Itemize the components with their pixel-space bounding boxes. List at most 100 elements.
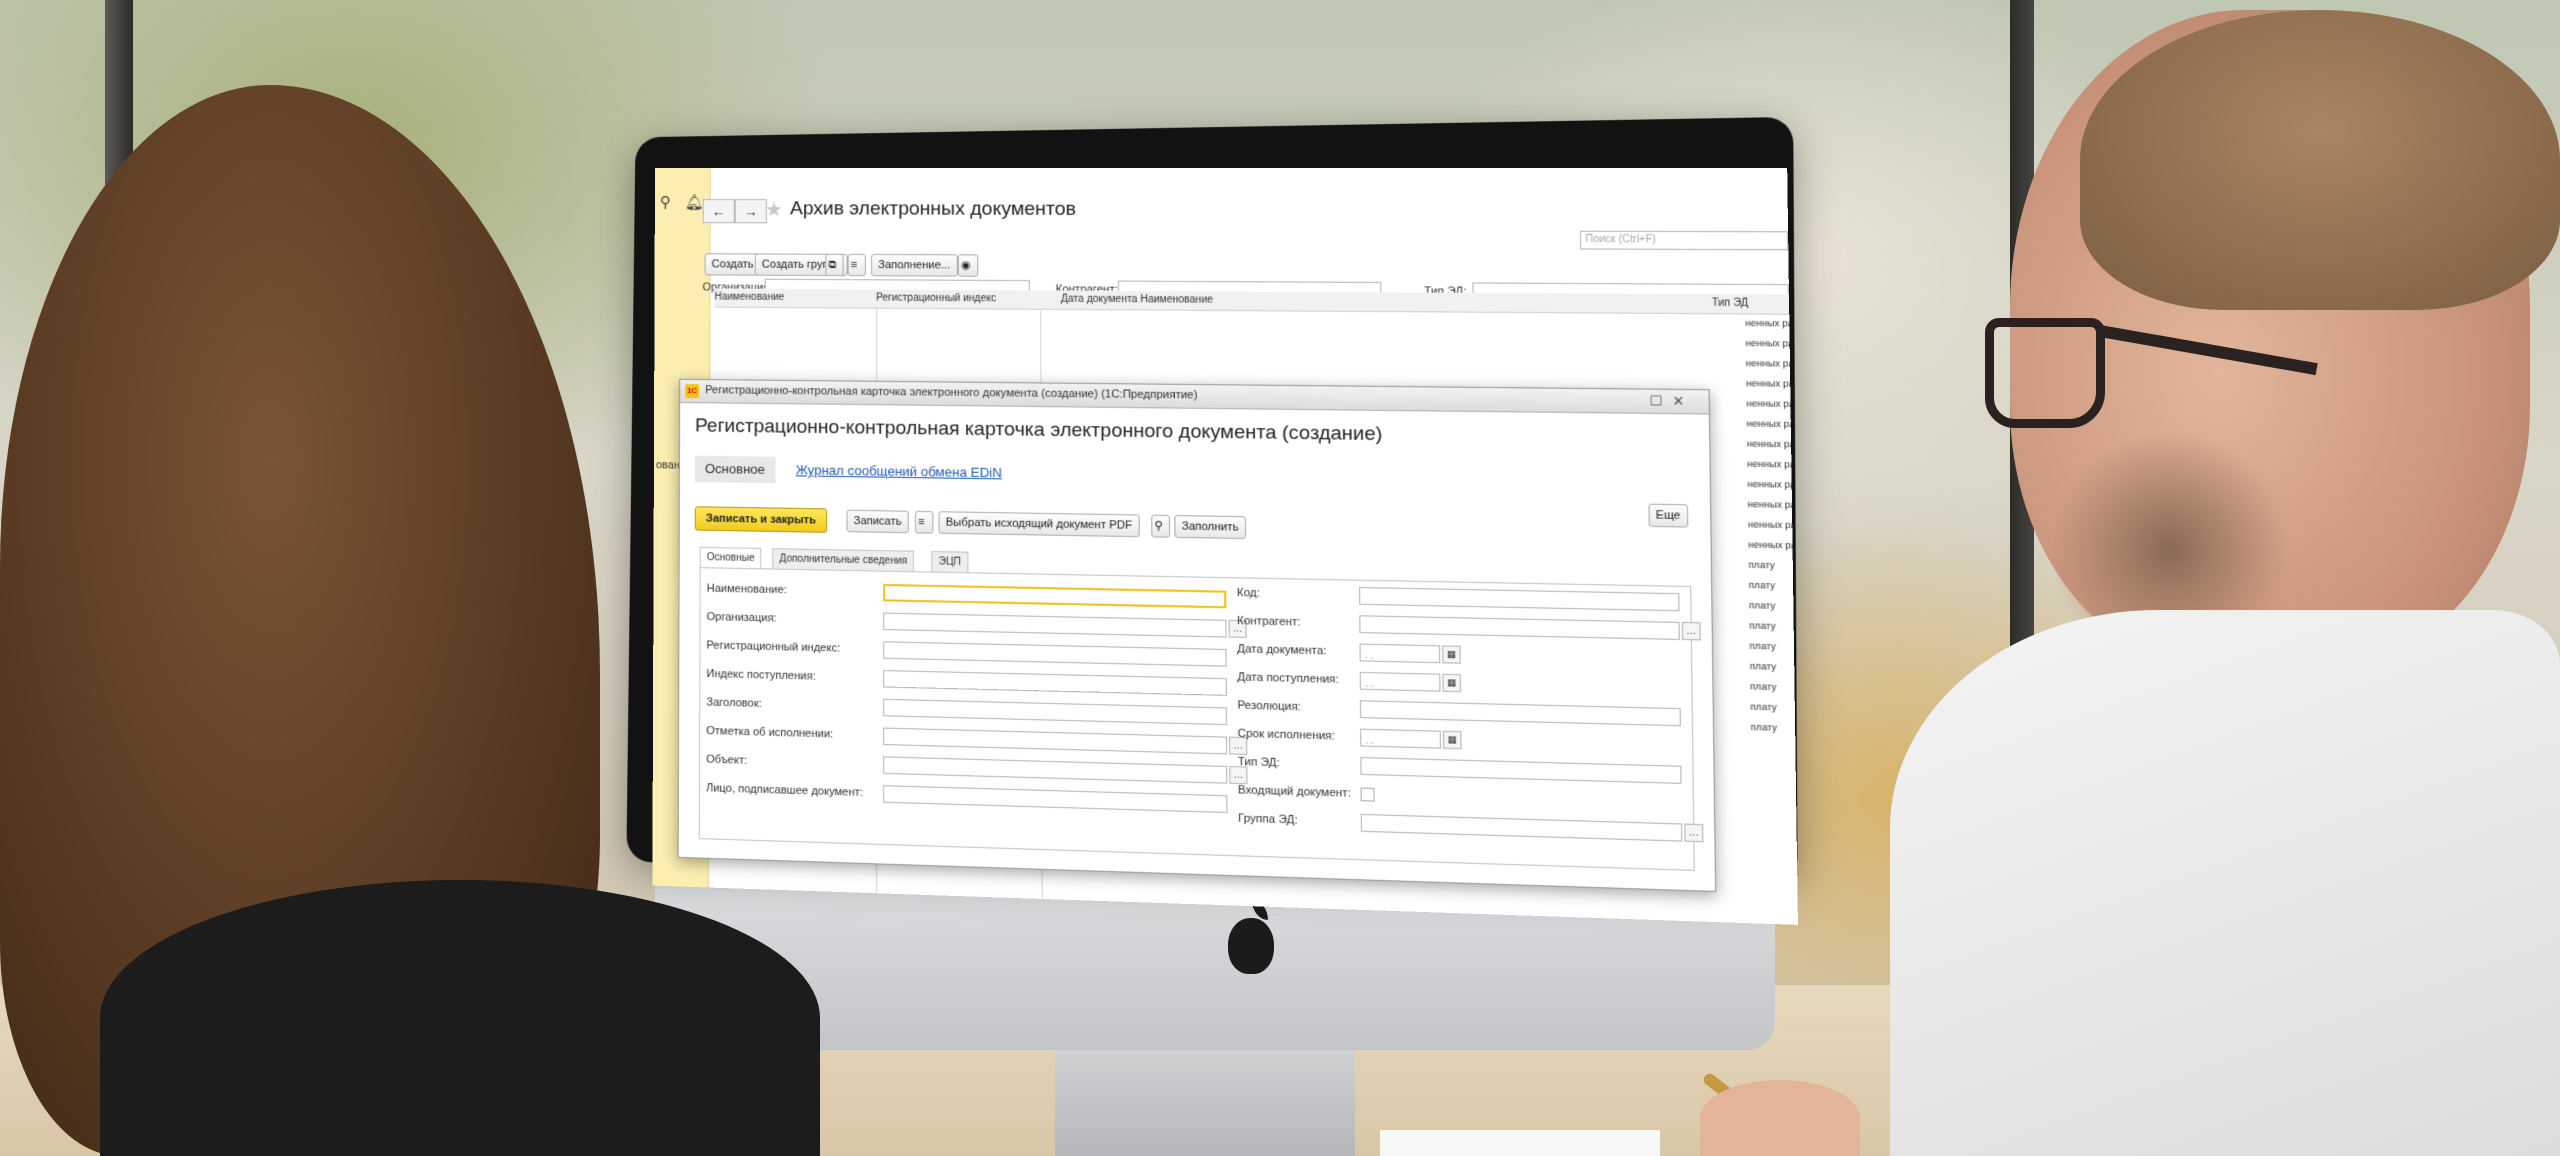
table-row[interactable]: плату	[1749, 580, 1775, 591]
fill-button[interactable]: Заполнение...	[871, 254, 958, 277]
table-row[interactable]: ненных раб	[1747, 438, 1798, 449]
table-row[interactable]: ненных раб	[1748, 499, 1798, 510]
date-input[interactable]: . .	[1360, 672, 1441, 692]
apple-logo	[1228, 918, 1274, 974]
calendar-icon[interactable]: ▦	[1443, 731, 1462, 749]
column-doc-date-name[interactable]: Дата документа Наименование	[1061, 294, 1213, 306]
select-ellipsis-icon[interactable]: …	[1682, 622, 1701, 640]
calendar-icon[interactable]: ▦	[1442, 674, 1461, 692]
search-icon[interactable]: ⚲	[660, 193, 671, 211]
tab-basic[interactable]: Основные	[700, 547, 762, 569]
table-row[interactable]: плату	[1749, 600, 1775, 611]
field-label: Код:	[1237, 587, 1260, 600]
form-input[interactable]	[883, 670, 1227, 696]
field-label: Дата поступления:	[1237, 671, 1339, 686]
form-input[interactable]	[883, 641, 1226, 666]
search-input[interactable]: Поиск (Ctrl+F)	[1580, 231, 1788, 251]
forward-button[interactable]: →	[735, 199, 767, 223]
form-input[interactable]	[883, 613, 1226, 638]
select-ellipsis-icon[interactable]: …	[1684, 824, 1703, 843]
copy-icon[interactable]: ⧉	[825, 254, 843, 276]
field-label: Объект:	[706, 753, 747, 766]
table-row[interactable]: ненных раб	[1746, 378, 1798, 389]
paper	[1380, 1130, 1660, 1156]
left-field-column: Наименование: Организация: … Регистрационны…	[701, 568, 1690, 587]
date-placeholder: . .	[1361, 678, 1373, 689]
select-pdf-button[interactable]: Выбрать исходящий документ PDF	[939, 511, 1140, 537]
field-label: Заголовок:	[706, 696, 761, 710]
table-row[interactable]: плату	[1749, 620, 1775, 631]
list-icon[interactable]: ≡	[848, 254, 866, 276]
table-row[interactable]: плату	[1750, 701, 1776, 712]
form-input[interactable]	[883, 584, 1226, 608]
calendar-icon[interactable]: ▦	[1442, 645, 1461, 663]
right-field-column: Код: Контрагент: … Дата документа: . . ▦ Дата …	[701, 568, 1690, 587]
save-and-close-button[interactable]: Записать и закрыть	[695, 506, 827, 533]
incoming-document-checkbox[interactable]	[1361, 788, 1375, 802]
table-row[interactable]: ненных раб	[1747, 479, 1798, 490]
table-row[interactable]: ненных раб	[1746, 398, 1798, 409]
radio-icon[interactable]: ◉	[958, 254, 979, 276]
save-button[interactable]: Записать	[846, 510, 908, 534]
date-placeholder: . .	[1361, 650, 1373, 661]
maximize-icon[interactable]: ☐	[1650, 393, 1663, 410]
man-hair	[2080, 10, 2560, 310]
field-label: Группа ЭД:	[1238, 812, 1298, 826]
form-input[interactable]	[883, 756, 1227, 783]
list-icon[interactable]: ≡	[915, 511, 933, 534]
field-label: Дата документа:	[1237, 643, 1326, 658]
man-white-shirt	[1890, 610, 2560, 1156]
date-input[interactable]: . .	[1360, 729, 1441, 749]
fill-dropdown-button[interactable]: Заполнить	[1174, 515, 1246, 539]
field-label: Индекс поступления:	[706, 668, 815, 683]
select-ellipsis-icon[interactable]: …	[1229, 766, 1247, 784]
field-label: Наименование:	[707, 582, 787, 596]
field-label: Входящий документ:	[1238, 784, 1351, 800]
create-button[interactable]: Создать	[705, 253, 761, 275]
search-icon[interactable]: ⚲	[1151, 515, 1170, 538]
close-icon[interactable]: ✕	[1672, 393, 1684, 410]
table-row[interactable]: ненных раб	[1747, 458, 1798, 469]
tab-main[interactable]: Основное	[695, 456, 775, 483]
field-label: Тип ЭД:	[1238, 756, 1280, 770]
field-label: Срок исполнения:	[1238, 728, 1335, 743]
table-row[interactable]: плату	[1749, 640, 1775, 651]
modal-window-title: Регистрационно-контрольная карточка элек…	[705, 384, 1197, 401]
date-input[interactable]: . .	[1360, 644, 1441, 664]
back-button[interactable]: ←	[703, 199, 735, 223]
field-label: Лицо, подписавшее документ:	[706, 782, 863, 799]
column-name[interactable]: Наименование	[714, 292, 784, 304]
field-label: Регистрационный индекс:	[706, 639, 840, 654]
field-label: Контрагент:	[1237, 615, 1301, 629]
form-input[interactable]	[1360, 757, 1681, 784]
form-input[interactable]	[1359, 615, 1680, 640]
table-row[interactable]: ненных раб	[1746, 418, 1797, 429]
tab-edin-log-link[interactable]: Журнал сообщений обмена EDiN	[796, 462, 1002, 480]
column-doc-type[interactable]: Тип ЭД	[1712, 297, 1749, 309]
glasses	[1985, 318, 2105, 428]
field-label: Организация:	[707, 611, 777, 625]
tab-digital-signature[interactable]: ЭЦП	[931, 551, 968, 573]
table-row[interactable]: плату	[1750, 661, 1776, 672]
form-panel: Наименование: Организация: … Регистрационны…	[699, 567, 1695, 871]
form-input[interactable]	[883, 728, 1227, 755]
field-label: Отметка об исполнении:	[706, 725, 833, 741]
column-reg-index[interactable]: Регистрационный индекс	[876, 292, 996, 304]
date-placeholder: . .	[1361, 735, 1373, 746]
table-row[interactable]: ненных раб	[1748, 539, 1798, 551]
form-input[interactable]	[1361, 814, 1683, 842]
form-input[interactable]	[883, 785, 1227, 813]
table-row[interactable]: плату	[1748, 559, 1774, 570]
table-row[interactable]: плату	[1750, 681, 1776, 692]
form-input[interactable]	[1360, 700, 1681, 726]
1c-logo-icon: 1С	[685, 384, 699, 398]
form-input[interactable]	[1359, 587, 1679, 611]
modal-titlebar: 1С Регистрационно-контрольная карточка э…	[680, 380, 1709, 415]
table-row[interactable]: плату	[1751, 722, 1777, 733]
table-row[interactable]: ненных раб	[1748, 519, 1798, 531]
hand	[1700, 1080, 1860, 1156]
form-input[interactable]	[883, 699, 1227, 725]
more-button[interactable]: Еще	[1648, 504, 1688, 528]
star-icon[interactable]: ★	[765, 197, 783, 222]
bell-icon[interactable]: 🔔︎	[685, 193, 704, 211]
